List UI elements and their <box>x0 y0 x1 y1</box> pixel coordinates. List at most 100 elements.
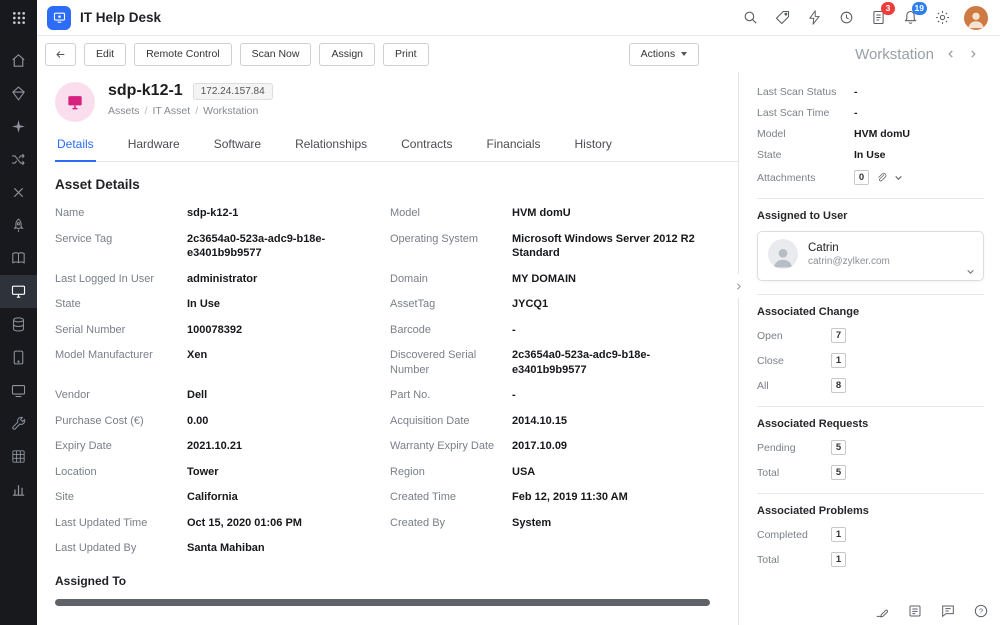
chat-icon <box>940 603 956 619</box>
database-icon <box>10 316 27 333</box>
app-logo[interactable] <box>47 6 71 30</box>
sidebar-item-cmdb[interactable] <box>0 308 37 341</box>
sidebar-item-home[interactable] <box>0 44 37 77</box>
back-button[interactable] <box>45 43 76 66</box>
summary-label: Model <box>757 128 854 140</box>
user-card-chevron-icon[interactable] <box>966 267 975 276</box>
worklog-note-button[interactable] <box>906 602 924 620</box>
assigned-user-name: Catrin <box>808 242 890 254</box>
field-value: JYCQ1 <box>512 297 726 312</box>
notifications-button[interactable]: 19 <box>900 8 920 28</box>
breadcrumb-item[interactable]: Assets <box>108 105 147 117</box>
edit-pencil-button[interactable] <box>873 602 891 620</box>
tab[interactable]: Hardware <box>126 132 182 161</box>
search-button[interactable] <box>740 8 760 28</box>
sidebar-item-mobile[interactable] <box>0 341 37 374</box>
tab[interactable]: Software <box>212 132 263 161</box>
association-row[interactable]: Open 7 <box>757 328 984 343</box>
asset-ip-chip: 172.24.157.84 <box>193 83 273 100</box>
sidebar-item-workflows[interactable] <box>0 143 37 176</box>
field-value: 0.00 <box>187 414 390 429</box>
app-title: IT Help Desk <box>80 10 161 25</box>
assigned-user-avatar <box>768 239 798 269</box>
toolbar-button[interactable]: Print <box>383 43 429 66</box>
tasks-button[interactable]: 3 <box>868 8 888 28</box>
horizontal-scrollbar[interactable] <box>55 599 710 606</box>
display-icon <box>10 382 27 399</box>
summary-label: Last Scan Time <box>757 107 854 119</box>
toolbar-buttons: Edit Remote Control Scan Now Assign Print <box>84 43 429 66</box>
association-row[interactable]: Completed 1 <box>757 527 984 542</box>
sidebar-item-assets[interactable] <box>0 275 37 308</box>
quick-actions-button[interactable] <box>804 8 824 28</box>
sidebar-item-tools[interactable] <box>0 407 37 440</box>
person-icon <box>770 243 796 269</box>
association-row[interactable]: All 8 <box>757 378 984 393</box>
sidebar-item-announcements[interactable] <box>0 77 37 110</box>
field-value: HVM domU <box>512 206 726 221</box>
topbar-actions: 3 19 <box>740 6 988 30</box>
association-label: Total <box>757 554 831 566</box>
sidebar-item-problems[interactable] <box>0 176 37 209</box>
toolbar-button[interactable]: Remote Control <box>134 43 232 66</box>
sidebar-item-solutions[interactable] <box>0 242 37 275</box>
tab[interactable]: Financials <box>484 132 542 161</box>
sidebar-item-purchase[interactable] <box>0 440 37 473</box>
settings-button[interactable] <box>932 8 952 28</box>
next-chevron-icon[interactable] <box>968 49 978 59</box>
attachments-chevron-icon[interactable] <box>894 173 903 182</box>
asset-details-heading: Asset Details <box>55 177 738 192</box>
association-row[interactable]: Total 1 <box>757 552 984 567</box>
summary-value: - <box>854 107 984 119</box>
asset-main: sdp-k12-1 172.24.157.84 AssetsIT AssetWo… <box>37 72 738 625</box>
apps-grid-button[interactable] <box>0 0 37 36</box>
help-button[interactable]: ? <box>972 602 990 620</box>
panel-collapse-handle[interactable] <box>732 274 745 298</box>
field-value: MY DOMAIN <box>512 272 726 287</box>
tab[interactable]: History <box>573 132 614 161</box>
user-avatar[interactable] <box>964 6 988 30</box>
asset-identity: sdp-k12-1 172.24.157.84 AssetsIT AssetWo… <box>108 82 273 117</box>
prev-chevron-icon[interactable] <box>946 49 956 59</box>
breadcrumb-item[interactable]: IT Asset <box>152 105 198 117</box>
sidebar-item-displays[interactable] <box>0 374 37 407</box>
gem-icon <box>10 85 27 102</box>
field-label: Last Logged In User <box>55 272 187 287</box>
field-value: Oct 15, 2020 01:06 PM <box>187 516 390 531</box>
breadcrumb-item[interactable]: Workstation <box>203 105 258 117</box>
toolbar-button[interactable]: Assign <box>319 43 375 66</box>
toolbar-button[interactable]: Edit <box>84 43 126 66</box>
field-value: 100078392 <box>187 323 390 338</box>
field-label: Location <box>55 465 187 480</box>
association-count: 1 <box>831 353 846 368</box>
associated-change-section: Associated Change Open 7 Close 1 All 8 <box>757 294 984 393</box>
tab[interactable]: Contracts <box>399 132 454 161</box>
field-value: - <box>512 388 726 403</box>
field-value: - <box>512 323 726 338</box>
association-row[interactable]: Pending 5 <box>757 440 984 455</box>
apps-grid-icon <box>11 10 27 26</box>
association-label: Close <box>757 355 831 367</box>
history-button[interactable] <box>836 8 856 28</box>
sidebar-item-assist[interactable] <box>0 110 37 143</box>
association-row[interactable]: Close 1 <box>757 353 984 368</box>
field-label: Created By <box>390 516 512 531</box>
sidebar-item-releases[interactable] <box>0 209 37 242</box>
association-row[interactable]: Total 5 <box>757 465 984 480</box>
summary-value: HVM domU <box>854 128 984 140</box>
field-label: Discovered Serial Number <box>390 348 512 377</box>
tab[interactable]: Details <box>55 132 96 162</box>
sidebar-item-reports[interactable] <box>0 473 37 506</box>
assigned-user-email: catrin@zylker.com <box>808 256 890 267</box>
back-arrow-icon <box>54 48 67 61</box>
chat-button[interactable] <box>939 602 957 620</box>
field-value: USA <box>512 465 726 480</box>
actions-dropdown[interactable]: Actions <box>629 43 699 66</box>
tab[interactable]: Relationships <box>293 132 369 161</box>
tag-button[interactable] <box>772 8 792 28</box>
app-sidebar <box>0 0 37 625</box>
breadcrumb: Assets IT Asset Workstation <box>108 105 273 117</box>
assigned-user-card[interactable]: Catrin catrin@zylker.com <box>757 231 984 281</box>
toolbar-button[interactable]: Scan Now <box>240 43 312 66</box>
paperclip-icon[interactable] <box>875 171 888 184</box>
